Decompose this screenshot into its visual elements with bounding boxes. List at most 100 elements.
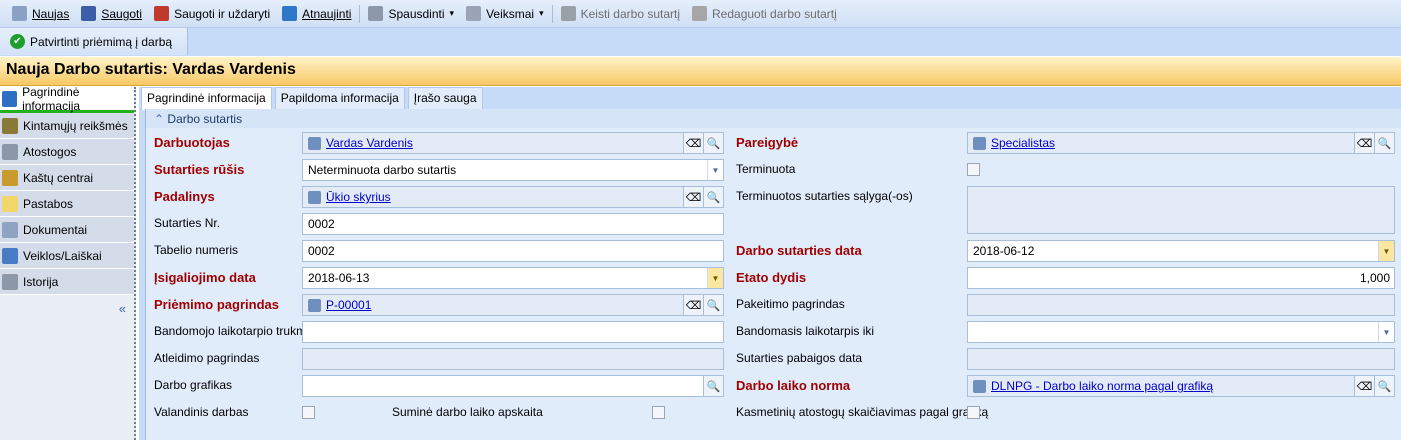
eraser-button[interactable]: ⌫ [683,187,703,207]
bandomasis-laikotarpis-iki-field[interactable]: ▼ [967,321,1395,343]
valandinis-darbas-checkbox[interactable] [302,406,315,419]
person-card-icon [308,136,321,150]
darbo-sutarties-data-value: 2018-06-12 [973,244,1035,258]
tab-1[interactable]: Pagrindinė informacija [141,87,272,110]
sidebar-item-veiklos-lai-kai[interactable]: Veiklos/Laiškai [0,243,134,269]
saugoti-button[interactable]: Saugoti [75,2,148,26]
toolbar-label: Spausdinti [388,6,445,21]
padalinys-field[interactable]: Ūkio skyrius ⌫ 🔍 [302,186,724,208]
gear-icon [466,6,482,21]
darbo-laiko-norma-field[interactable]: DLNPG - Darbo laiko norma pagal grafiką ⌫… [967,375,1395,397]
field-label: Kasmetinių atostogų skaičiavimas pagal g… [736,405,989,419]
dropdown-arrow-icon[interactable]: ▼ [1378,241,1394,261]
check-circle-icon: ✔ [10,34,25,49]
field-label: Pareigybė [736,135,799,150]
sutarties-ru-s-is-field[interactable]: Neterminuota darbo sutartis ▼ [302,159,724,181]
search-button[interactable]: 🔍 [703,376,723,396]
sidebar-item-pagrindin-informacija[interactable]: Pagrindinė informacija [0,85,134,113]
field-label: Terminuotos sutarties sąlyga(-os) [736,189,913,203]
main-area: Pagrindinė informacija Papildoma informac… [139,87,1401,440]
sidebar-item-label: Kintamųjų reikšmės [23,118,128,133]
terminuota-checkbox[interactable] [967,163,980,176]
save-icon [81,6,97,21]
saugoti-ir-u-daryti-button[interactable]: Saugoti ir uždaryti [148,2,276,26]
pareigybe-field[interactable]: Specialistas ⌫ 🔍 [967,132,1395,154]
field-label: Sutarties pabaigos data [736,351,863,365]
dropdown-arrow-icon[interactable]: ▼ [707,160,723,180]
field-label: Sutarties Nr. [154,216,221,230]
search-button[interactable]: 🔍 [703,133,723,153]
field-label: Darbo laiko norma [736,378,851,393]
sidebar-item-atostogos[interactable]: Atostogos [0,139,134,165]
keisti-darbo-sutart--button[interactable]: Keisti darbo sutartį [555,2,686,26]
darbuotojas-link[interactable]: Vardas Vardenis [326,136,413,150]
prie-mimo-pagrindas-field[interactable]: P-00001 ⌫ 🔍 [302,294,724,316]
i-sigaliojimo-data-field[interactable]: 2018-06-13 ▼ [302,267,724,289]
field-label: Sutarties rūšis [154,162,245,177]
field-label: Pakeitimo pagrindas [736,297,845,311]
graduation-cap-icon [308,298,321,312]
tab-2[interactable]: Papildoma informacija [274,87,405,109]
darbo-laiko-norma-link[interactable]: DLNPG - Darbo laiko norma pagal grafiką [991,379,1213,393]
eraser-button[interactable]: ⌫ [683,133,703,153]
i-sigaliojimo-data-value: 2018-06-13 [308,271,370,285]
dropdown-arrow-icon[interactable]: ▼ [707,268,723,288]
spausdinti-button[interactable]: Spausdinti ▾ [362,2,460,26]
note-icon [2,195,18,212]
eraser-button[interactable]: ⌫ [1354,133,1374,153]
search-button[interactable]: 🔍 [703,187,723,207]
sidebar-item-pastabos[interactable]: Pastabos [0,191,134,217]
sidebar-item-istorija[interactable]: Istorija [0,269,134,295]
search-button[interactable]: 🔍 [1374,376,1394,396]
sidebar-item-ka-t-centrai[interactable]: Kaštų centrai [0,165,134,191]
darbo-grafikas-field[interactable]: 🔍 [302,375,724,397]
dropdown-arrow-icon[interactable]: ▼ [1378,322,1394,342]
sidebar-item-label: Pastabos [23,196,74,211]
etato-dydis-field[interactable]: 1,000 [967,267,1395,289]
padalinys-link[interactable]: Ūkio skyrius [326,190,391,204]
dropdown-arrow-icon[interactable]: ▾ [539,8,544,19]
database-icon [2,90,18,107]
refresh-icon [282,6,298,21]
field-label: Įsigaliojimo data [154,270,256,285]
field-label: Darbuotojas [154,135,230,150]
tab-3[interactable]: Įrašo sauga [407,87,483,109]
naujas-button[interactable]: Naujas [6,2,75,26]
sidebar-item-label: Kaštų centrai [23,170,94,185]
print-icon [368,6,384,21]
sidebar-item-label: Veiklos/Laiškai [23,248,102,263]
tabelio-numeris-field[interactable]: 0002 [302,240,724,262]
darbuotojas-field[interactable]: Vardas Vardenis ⌫ 🔍 [302,132,724,154]
toolbar-separator [551,4,553,23]
documents-icon [2,221,18,238]
secondary-toolbar: ✔ Patvirtinti priėmimą į darbą [0,28,1401,56]
sutarties-nr-value: 0002 [308,217,335,231]
dropdown-arrow-icon[interactable]: ▾ [450,8,455,19]
eraser-button[interactable]: ⌫ [683,295,703,315]
search-button[interactable]: 🔍 [703,295,723,315]
section-header[interactable]: ⌃ Darbo sutartis [146,109,1401,128]
eraser-button[interactable]: ⌫ [1354,376,1374,396]
prie-mimo-pagrindas-link[interactable]: P-00001 [326,298,371,312]
sutarties-nr-field[interactable]: 0002 [302,213,724,235]
collapse-sidebar-button[interactable]: « [119,301,126,316]
pareigybe-link[interactable]: Specialistas [991,136,1055,150]
atnaujinti-button[interactable]: Atnaujinti [276,2,357,26]
veiksmai-button[interactable]: Veiksmai ▾ [460,2,550,26]
tabelio-numeris-value: 0002 [308,244,335,258]
confirm-hire-button[interactable]: ✔ Patvirtinti priėmimą į darbą [0,28,188,55]
edit-icon [692,6,708,21]
kasmetiniu-atostogu-skaic-iavimas-pagal-grafika-checkbox[interactable] [967,406,980,419]
sidebar-item-label: Istorija [23,274,59,289]
search-button[interactable]: 🔍 [1374,133,1394,153]
sidebar-item-label: Atostogos [23,144,77,159]
sidebar-item-kintam-j-reik-m-s[interactable]: Kintamųjų reikšmės [0,113,134,139]
bandomojo-laikotarpio-trukme-field[interactable] [302,321,724,343]
redaguoti-darbo-sutart--button[interactable]: Redaguoti darbo sutartį [686,2,843,26]
sumine-darbo-laiko-apskaita-checkbox[interactable] [652,406,665,419]
tab-bar: Pagrindinė informacija Papildoma informac… [141,87,483,110]
form-panel: ⌃ Darbo sutartis Darbuotojas Vardas Varde… [145,109,1401,440]
toolbar-label: Atnaujinti [302,6,352,21]
darbo-sutarties-data-field[interactable]: 2018-06-12 ▼ [967,240,1395,262]
sidebar-item-dokumentai[interactable]: Dokumentai [0,217,134,243]
